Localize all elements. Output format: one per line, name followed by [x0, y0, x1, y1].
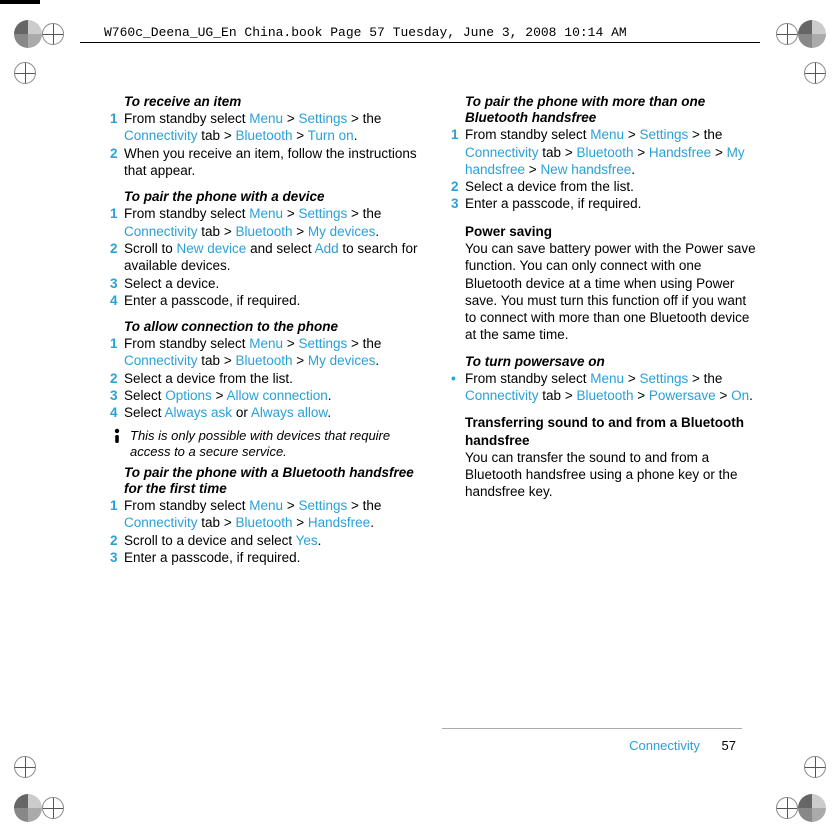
- step: 3 Select a device.: [110, 275, 419, 292]
- header-rule: [80, 42, 760, 43]
- heading-pair-handsfree-first: To pair the phone with a Bluetooth hands…: [124, 465, 419, 497]
- step: 1 From standby select Menu > Settings > …: [110, 205, 419, 240]
- bullet-icon: •: [451, 370, 465, 405]
- heading-pair-multi-handsfree: To pair the phone with more than one Blu…: [465, 94, 760, 126]
- step-text: Select Options > Allow connection.: [124, 387, 419, 404]
- step-number: 3: [451, 195, 465, 212]
- right-column: To pair the phone with more than one Blu…: [451, 90, 760, 760]
- step-text: From standby select Menu > Settings > th…: [124, 497, 419, 532]
- step-number: 4: [110, 404, 124, 421]
- step-number: 2: [110, 370, 124, 387]
- step: 1 From standby select Menu > Settings > …: [110, 110, 419, 145]
- step-text: Enter a passcode, if required.: [124, 549, 419, 566]
- step-number: 1: [110, 335, 124, 370]
- step: 3 Enter a passcode, if required.: [451, 195, 760, 212]
- step-text: Enter a passcode, if required.: [465, 195, 760, 212]
- heading-allow-connection: To allow connection to the phone: [124, 319, 419, 335]
- step-text: Select a device from the list.: [465, 178, 760, 195]
- footer-page-number: 57: [722, 738, 736, 753]
- step-text: From standby select Menu > Settings > th…: [124, 205, 419, 240]
- step-text: Select a device.: [124, 275, 419, 292]
- step-number: 2: [110, 145, 124, 180]
- crop-mark-left: [14, 62, 36, 84]
- step-number: 3: [110, 387, 124, 404]
- page-footer: Connectivity 57: [629, 738, 736, 755]
- step: 3 Enter a passcode, if required.: [110, 549, 419, 566]
- step-number: 4: [110, 292, 124, 309]
- crop-mark-top-right: [776, 20, 826, 48]
- step: 2 When you receive an item, follow the i…: [110, 145, 419, 180]
- step-text: When you receive an item, follow the ins…: [124, 145, 419, 180]
- crop-mark-right-bottom: [804, 756, 826, 778]
- step-text: Select Always ask or Always allow.: [124, 404, 419, 421]
- info-icon: [110, 428, 124, 449]
- step-number: 3: [110, 549, 124, 566]
- crop-mark-bottom-right: [776, 794, 826, 822]
- heading-transfer-sound: Transferring sound to and from a Bluetoo…: [465, 414, 760, 449]
- step: 2 Select a device from the list.: [451, 178, 760, 195]
- step-number: 2: [110, 240, 124, 275]
- paragraph: You can save battery power with the Powe…: [465, 240, 760, 344]
- page-header-meta: W760c_Deena_UG_En China.book Page 57 Tue…: [104, 25, 627, 42]
- step-text: From standby select Menu > Settings > th…: [124, 110, 419, 145]
- page-content: To receive an item 1 From standby select…: [110, 90, 760, 760]
- step: 2 Scroll to New device and select Add to…: [110, 240, 419, 275]
- step-number: 2: [451, 178, 465, 195]
- step-number: 1: [110, 497, 124, 532]
- step: 2 Select a device from the list.: [110, 370, 419, 387]
- crop-mark-right: [804, 62, 826, 84]
- heading-powersave-on: To turn powersave on: [465, 354, 760, 370]
- step: 1 From standby select Menu > Settings > …: [110, 497, 419, 532]
- step-number: 3: [110, 275, 124, 292]
- note: This is only possible with devices that …: [110, 428, 419, 461]
- note-text: This is only possible with devices that …: [130, 428, 419, 461]
- step-number: 1: [451, 126, 465, 178]
- crop-line: [0, 3, 40, 4]
- step-number: 1: [110, 205, 124, 240]
- crop-mark-top-left: [14, 20, 64, 48]
- step-text: Scroll to New device and select Add to s…: [124, 240, 419, 275]
- paragraph: You can transfer the sound to and from a…: [465, 449, 760, 501]
- heading-pair-device: To pair the phone with a device: [124, 189, 419, 205]
- step-text: From standby select Menu > Settings > th…: [465, 370, 760, 405]
- left-column: To receive an item 1 From standby select…: [110, 90, 419, 760]
- step-number: 2: [110, 532, 124, 549]
- crop-mark-left-bottom: [14, 756, 36, 778]
- crop-mark-bottom-left: [14, 794, 64, 822]
- step: 4 Enter a passcode, if required.: [110, 292, 419, 309]
- step-text: Scroll to a device and select Yes.: [124, 532, 419, 549]
- footer-rule: [442, 728, 742, 729]
- step-text: Enter a passcode, if required.: [124, 292, 419, 309]
- footer-section: Connectivity: [629, 738, 700, 753]
- step: 4 Select Always ask or Always allow.: [110, 404, 419, 421]
- step: 2 Scroll to a device and select Yes.: [110, 532, 419, 549]
- heading-receive-item: To receive an item: [124, 94, 419, 110]
- step: 1 From standby select Menu > Settings > …: [110, 335, 419, 370]
- step-text: From standby select Menu > Settings > th…: [124, 335, 419, 370]
- step-text: From standby select Menu > Settings > th…: [465, 126, 760, 178]
- bullet-step: • From standby select Menu > Settings > …: [451, 370, 760, 405]
- heading-power-saving: Power saving: [465, 223, 760, 240]
- step: 3 Select Options > Allow connection.: [110, 387, 419, 404]
- step: 1 From standby select Menu > Settings > …: [451, 126, 760, 178]
- step-number: 1: [110, 110, 124, 145]
- step-text: Select a device from the list.: [124, 370, 419, 387]
